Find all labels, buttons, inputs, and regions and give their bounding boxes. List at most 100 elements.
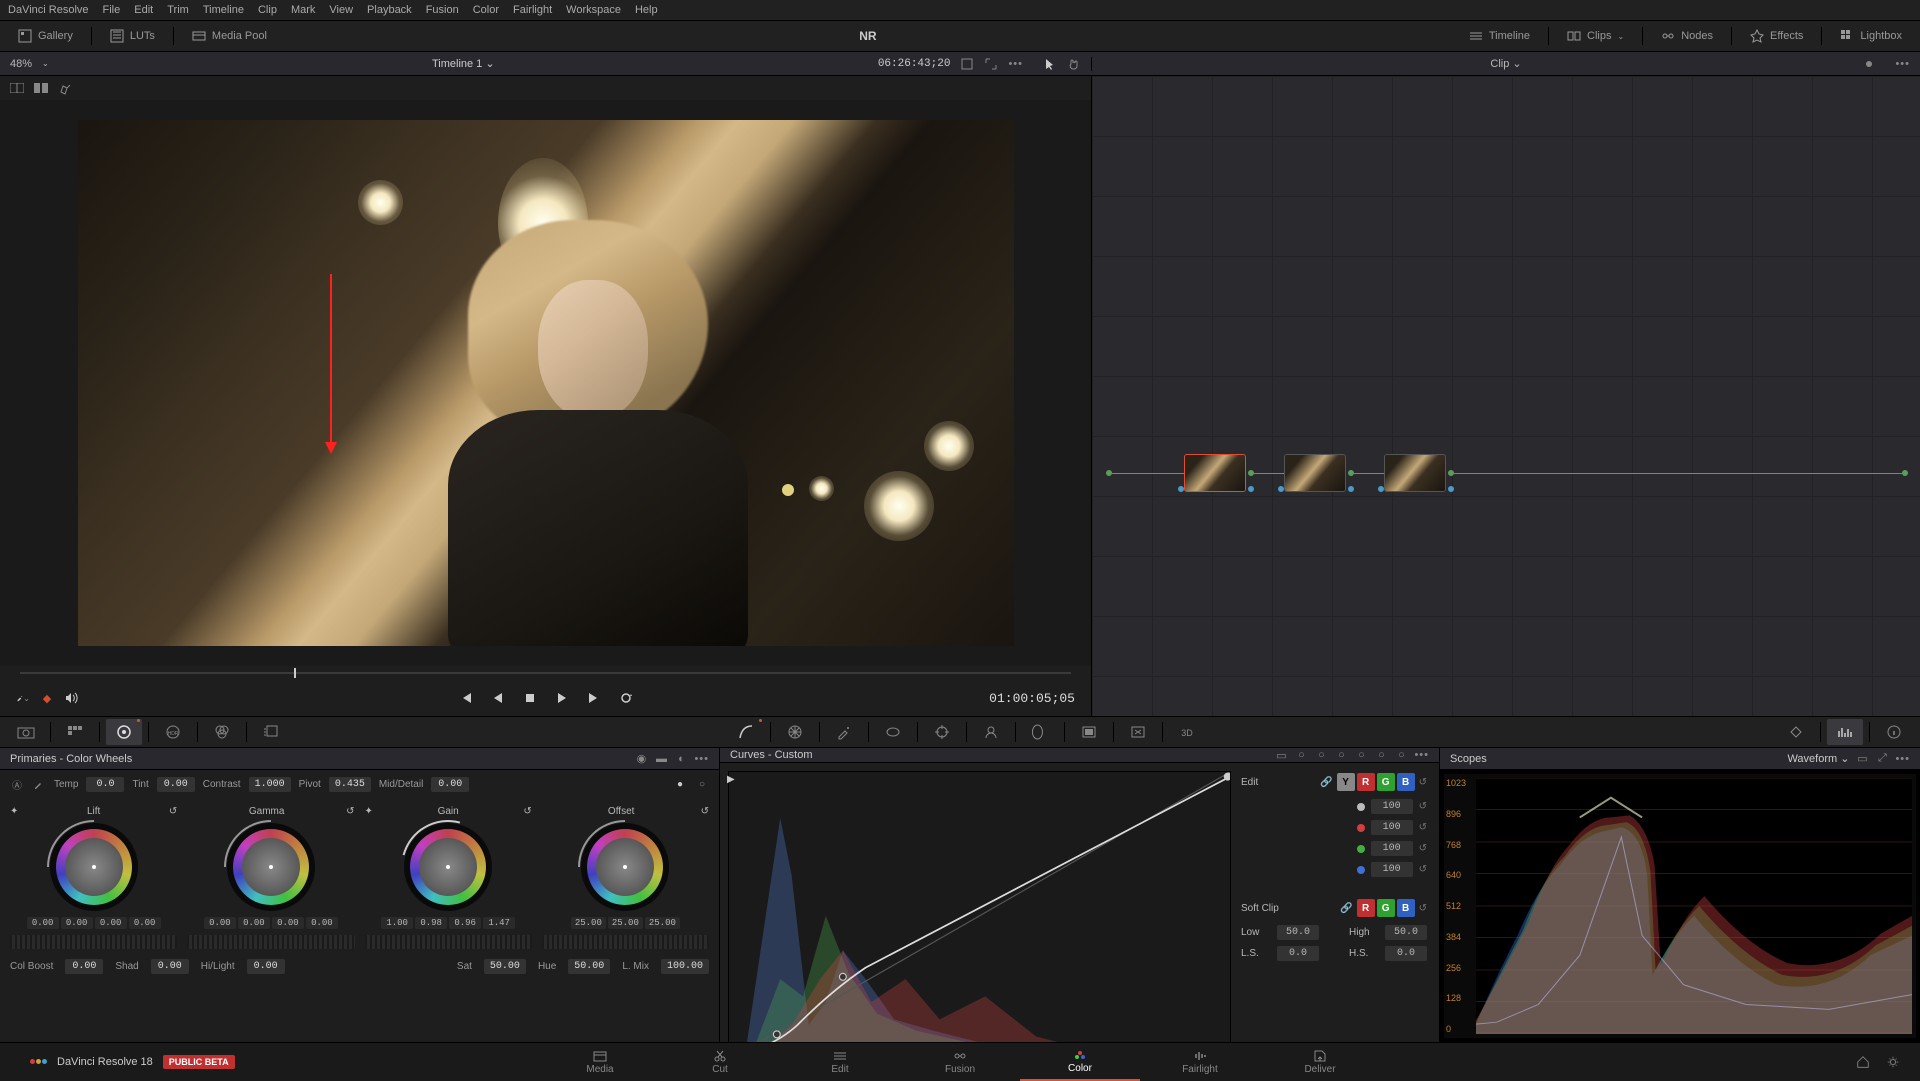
softclip-reset-icon[interactable]: ↺ <box>1419 903 1427 914</box>
keyframes-icon[interactable] <box>1778 719 1814 745</box>
gamma-reset-icon[interactable]: ↺ <box>346 806 354 817</box>
pick-white-icon[interactable] <box>32 777 46 791</box>
intensity-g[interactable]: 100 <box>1371 841 1413 856</box>
auto-balance-icon[interactable]: Ⓐ <box>10 777 24 791</box>
hand-icon[interactable] <box>1067 57 1081 71</box>
y-reset-icon[interactable]: ↺ <box>1419 801 1427 812</box>
key-icon[interactable] <box>1071 719 1107 745</box>
link-icon[interactable]: 🔗 <box>1320 777 1332 788</box>
scopes-options-icon[interactable]: ••• <box>1895 753 1910 765</box>
nodes-options-icon[interactable]: ••• <box>1895 58 1910 70</box>
sc-low[interactable]: 50.0 <box>1277 925 1319 940</box>
split-screen-icon[interactable] <box>34 81 48 95</box>
color-warper-icon[interactable] <box>777 719 813 745</box>
curves-lvs-icon[interactable]: ○ <box>1354 748 1368 762</box>
page-cut[interactable]: Cut <box>660 1043 780 1081</box>
gallery-toggle[interactable]: Gallery <box>10 25 81 47</box>
colboost-value[interactable]: 0.00 <box>65 959 103 974</box>
viewer-scrubber[interactable] <box>0 666 1091 680</box>
r-reset-icon[interactable]: ↺ <box>1419 822 1427 833</box>
curves-hvh-icon[interactable]: ○ <box>1294 748 1308 762</box>
next-clip-icon[interactable] <box>587 691 601 705</box>
timeline-name[interactable]: Timeline 1 ⌄ <box>432 57 495 70</box>
scopes-icon[interactable] <box>1827 719 1863 745</box>
menu-fairlight[interactable]: Fairlight <box>513 4 552 16</box>
edit-reset-icon[interactable]: ↺ <box>1419 777 1427 788</box>
shad-value[interactable]: 0.00 <box>151 959 189 974</box>
middetail-value[interactable]: 0.00 <box>431 777 469 792</box>
lift-wheel[interactable] <box>50 823 138 911</box>
sc-high[interactable]: 50.0 <box>1385 925 1427 940</box>
offset-jog[interactable] <box>542 935 709 949</box>
viewer-zoom[interactable]: 48% <box>10 58 32 70</box>
page1-icon[interactable]: ● <box>673 777 687 791</box>
ch-g-button[interactable]: G <box>1377 773 1395 791</box>
unmix-icon[interactable]: ◆ <box>40 691 54 705</box>
lift-jog[interactable] <box>10 935 177 949</box>
menu-clip[interactable]: Clip <box>258 4 277 16</box>
prev-clip-icon[interactable] <box>459 691 473 705</box>
curves-svl-icon[interactable]: ○ <box>1394 748 1408 762</box>
hdr-wheels-icon[interactable]: HDR <box>155 719 191 745</box>
b-reset-icon[interactable]: ↺ <box>1419 864 1427 875</box>
tint-value[interactable]: 0.00 <box>157 777 195 792</box>
gamma-wheel[interactable] <box>227 823 315 911</box>
menu-workspace[interactable]: Workspace <box>566 4 621 16</box>
color-checker-icon[interactable] <box>57 719 93 745</box>
log-mode-icon[interactable]: ◐ <box>674 752 688 766</box>
intensity-b[interactable]: 100 <box>1371 862 1413 877</box>
sat-value[interactable]: 50.00 <box>484 959 526 974</box>
clip-label[interactable]: Clip ⌄ <box>1490 57 1521 70</box>
page-color[interactable]: Color <box>1020 1043 1140 1081</box>
ch-b-button[interactable]: B <box>1397 773 1415 791</box>
viewer-options-icon[interactable]: ••• <box>1008 58 1023 70</box>
curves-custom-icon[interactable]: ▭ <box>1274 748 1288 762</box>
intensity-y[interactable]: 100 <box>1371 799 1413 814</box>
scopes-expand-icon[interactable]: ⤢ <box>1875 752 1889 766</box>
clips-toggle[interactable]: Clips⌄ <box>1559 25 1632 47</box>
tracker-icon[interactable] <box>924 719 960 745</box>
menu-trim[interactable]: Trim <box>167 4 189 16</box>
page-edit[interactable]: Edit <box>780 1043 900 1081</box>
curve-handle-icon[interactable]: ▶ <box>727 774 735 785</box>
pivot-value[interactable]: 0.435 <box>329 777 371 792</box>
white-point-icon[interactable]: ✦ <box>365 806 373 817</box>
g-reset-icon[interactable]: ↺ <box>1419 843 1427 854</box>
mute-icon[interactable] <box>64 691 78 705</box>
ch-r-button[interactable]: R <box>1357 773 1375 791</box>
menu-file[interactable]: File <box>103 4 121 16</box>
reverse-icon[interactable] <box>491 691 505 705</box>
lift-reset-icon[interactable]: ↺ <box>169 806 177 817</box>
wheels-mode-icon[interactable]: ◉ <box>634 752 648 766</box>
record-timecode[interactable]: 06:26:43;20 <box>878 58 951 70</box>
curve-editor[interactable]: ▶ <box>728 771 1231 1061</box>
node-01[interactable]: 01 ▮ ✎ <box>1184 454 1246 492</box>
scopes-mode-dropdown[interactable]: Waveform ⌄ <box>1787 752 1849 765</box>
gamma-jog[interactable] <box>187 935 354 949</box>
effects-toggle[interactable]: Effects <box>1742 25 1811 47</box>
expand-icon[interactable] <box>984 57 998 71</box>
image-wipe-icon[interactable] <box>10 81 24 95</box>
menu-help[interactable]: Help <box>635 4 658 16</box>
menu-mark[interactable]: Mark <box>291 4 315 16</box>
rgb-mixer-icon[interactable] <box>204 719 240 745</box>
media-pool-toggle[interactable]: Media Pool <box>184 25 275 47</box>
curves-hvl-icon[interactable]: ○ <box>1334 748 1348 762</box>
page-media[interactable]: Media <box>540 1043 660 1081</box>
color-picker-icon[interactable]: ⌄ <box>16 691 30 705</box>
temp-value[interactable]: 0.0 <box>86 777 124 792</box>
blur-icon[interactable] <box>1022 719 1058 745</box>
highlight-icon[interactable] <box>58 81 72 95</box>
hue-value[interactable]: 50.00 <box>568 959 610 974</box>
menu-view[interactable]: View <box>329 4 353 16</box>
page-deliver[interactable]: Deliver <box>1260 1043 1380 1081</box>
offset-wheel[interactable] <box>581 823 669 911</box>
node-editor[interactable]: 01 ▮ ✎ 02 ◉ 03 <box>1092 76 1920 716</box>
pointer-icon[interactable] <box>1043 57 1057 71</box>
menu-timeline[interactable]: Timeline <box>203 4 244 16</box>
camera-raw-icon[interactable] <box>8 719 44 745</box>
curves-svs-icon[interactable]: ○ <box>1374 748 1388 762</box>
node-03[interactable]: 03 <box>1384 454 1446 492</box>
scopes-layout-icon[interactable]: ▭ <box>1855 752 1869 766</box>
menu-color[interactable]: Color <box>473 4 499 16</box>
